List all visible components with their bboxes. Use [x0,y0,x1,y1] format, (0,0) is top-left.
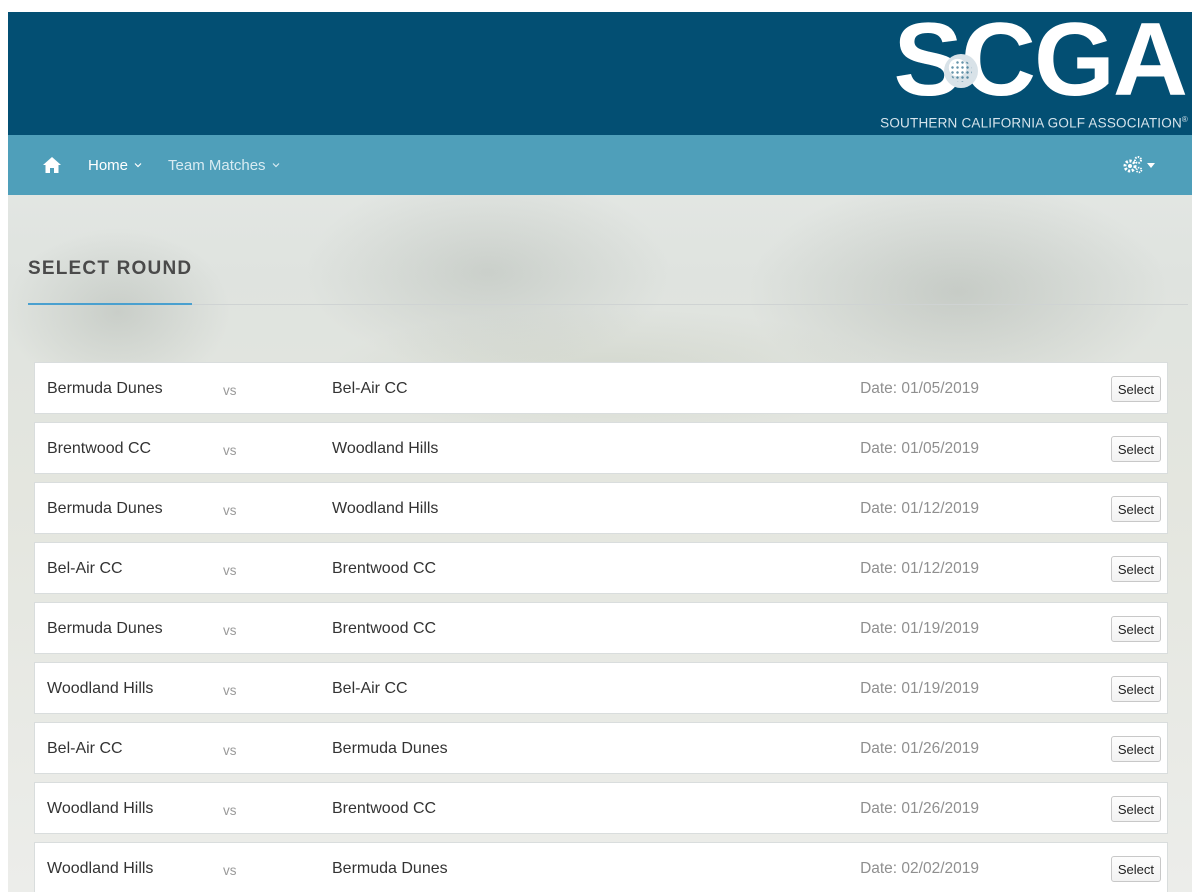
home-team-name: Woodland Hills [47,800,154,817]
select-button[interactable]: Select [1110,736,1161,762]
title-divider [28,304,1188,305]
select-button[interactable]: Select [1110,376,1161,402]
rounds-list: Bermuda Dunes vs Bel-Air CC Date: 01/05/201… [34,362,1168,892]
home-team-name: Woodland Hills [47,860,154,877]
top-nav: Home Team Matches [8,135,1192,195]
logo-subtitle: SOUTHERN CALIFORNIA GOLF ASSOCIATION® [880,115,1188,131]
round-date: Date: 01/19/2019 [860,620,979,637]
away-team-name: Bel-Air CC [332,380,408,397]
versus-label: vs [223,683,237,698]
app-frame: SCGA SOUTHERN CALIFORNIA GOLF ASSOCIATIO… [8,12,1192,892]
home-team-name: Bermuda Dunes [47,380,163,397]
home-team-name: Brentwood CC [47,440,152,457]
versus-label: vs [223,383,237,398]
golf-ball-icon [944,54,978,88]
nav-team-matches-menu[interactable]: Team Matches [168,157,280,174]
select-button[interactable]: Select [1110,676,1161,702]
round-date: Date: 02/02/2019 [860,860,979,877]
away-team-name: Brentwood CC [332,620,437,637]
round-date: Date: 01/05/2019 [860,380,979,397]
away-team-name: Brentwood CC [332,560,437,577]
select-button[interactable]: Select [1110,856,1161,882]
home-team-name: Bel-Air CC [47,560,123,577]
round-row: Woodland Hills vs Brentwood CC Date: 01/26/… [34,782,1168,834]
round-date: Date: 01/26/2019 [860,740,979,757]
round-date: Date: 01/26/2019 [860,800,979,817]
caret-down-icon [1147,163,1155,168]
nav-home-menu[interactable]: Home [88,157,142,174]
away-team-name: Woodland Hills [332,440,439,457]
nav-home-label: Home [88,156,129,174]
round-row: Bermuda Dunes vs Woodland Hills Date: 01/12… [34,482,1168,534]
chevron-down-icon [272,163,279,168]
header-banner: SCGA SOUTHERN CALIFORNIA GOLF ASSOCIATIO… [8,12,1192,135]
home-team-name: Bel-Air CC [47,740,123,757]
round-row: Brentwood CC vs Woodland Hills Date: 01/05/… [34,422,1168,474]
versus-label: vs [223,623,237,638]
gears-icon [1123,156,1143,174]
page-title: SELECT ROUND [28,258,193,279]
home-team-name: Woodland Hills [47,680,154,697]
round-date: Date: 01/05/2019 [860,440,979,457]
round-date: Date: 01/19/2019 [860,680,979,697]
versus-label: vs [223,803,237,818]
away-team-name: Bermuda Dunes [332,860,448,877]
select-button[interactable]: Select [1110,556,1161,582]
versus-label: vs [223,863,237,878]
select-button[interactable]: Select [1110,796,1161,822]
title-accent-line [28,303,192,305]
versus-label: vs [223,503,237,518]
logo-letters: SCGA [893,12,1188,118]
select-button[interactable]: Select [1110,436,1161,462]
versus-label: vs [223,743,237,758]
logo-subtitle-text: SOUTHERN CALIFORNIA GOLF ASSOCIATION [880,115,1182,130]
home-team-name: Bermuda Dunes [47,620,163,637]
round-row: Woodland Hills vs Bermuda Dunes Date: 02/02… [34,842,1168,892]
round-row: Bermuda Dunes vs Brentwood CC Date: 01/19/2… [34,602,1168,654]
nav-team-matches-label: Team Matches [168,156,266,174]
home-team-name: Bermuda Dunes [47,500,163,517]
away-team-name: Brentwood CC [332,800,437,817]
versus-label: vs [223,443,237,458]
away-team-name: Bel-Air CC [332,680,408,697]
select-button[interactable]: Select [1110,496,1161,522]
round-row: Bel-Air CC vs Brentwood CC Date: 01/12/2019… [34,542,1168,594]
select-button[interactable]: Select [1110,616,1161,642]
scga-logo[interactable]: SCGA SOUTHERN CALIFORNIA GOLF ASSOCIATIO… [862,12,1192,132]
home-icon[interactable] [42,156,62,174]
round-row: Bermuda Dunes vs Bel-Air CC Date: 01/05/201… [34,362,1168,414]
versus-label: vs [223,563,237,578]
settings-menu[interactable] [1122,155,1156,175]
page-header: SELECT ROUND [28,258,1192,305]
away-team-name: Woodland Hills [332,500,439,517]
round-date: Date: 01/12/2019 [860,560,979,577]
chevron-down-icon [134,163,142,168]
away-team-name: Bermuda Dunes [332,740,448,757]
trademark-symbol: ® [1181,114,1188,124]
round-date: Date: 01/12/2019 [860,500,979,517]
round-row: Bel-Air CC vs Bermuda Dunes Date: 01/26/201… [34,722,1168,774]
round-row: Woodland Hills vs Bel-Air CC Date: 01/19/20… [34,662,1168,714]
